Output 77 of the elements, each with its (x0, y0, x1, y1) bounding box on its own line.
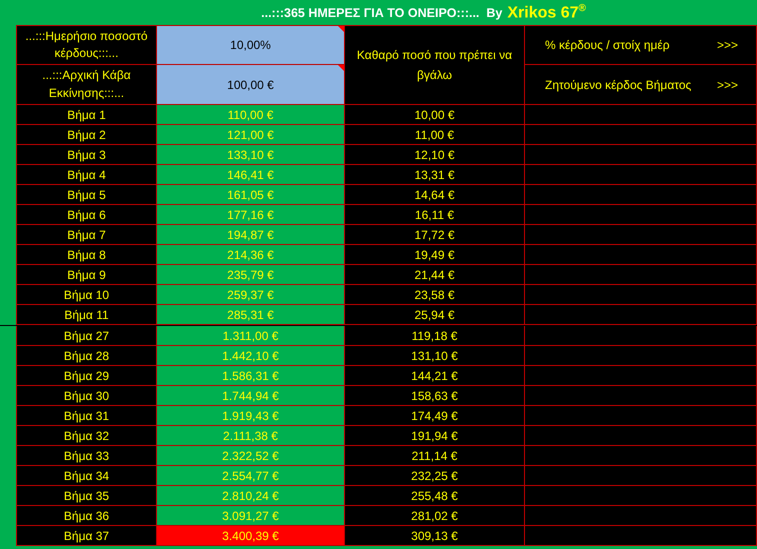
step-cell: Βήμα 3 (17, 145, 157, 165)
step-cell: Βήμα 30 (17, 386, 157, 406)
balance-cell: 2.810,24 € (157, 486, 345, 506)
balance-cell: 1.311,00 € (157, 326, 345, 346)
net-cell: 174,49 € (345, 406, 525, 426)
balance-cell: 3.400,39 € (157, 526, 345, 546)
net-cell: 309,13 € (345, 526, 525, 546)
net-cell: 14,64 € (345, 185, 525, 205)
balance-cell: 2.322,52 € (157, 446, 345, 466)
balance-cell: 110,00 € (157, 105, 345, 125)
step-cell: Βήμα 32 (17, 426, 157, 446)
step-cell: Βήμα 36 (17, 506, 157, 526)
step-cell: Βήμα 27 (17, 326, 157, 346)
balance-cell: 2.111,38 € (157, 426, 345, 446)
step-cell: Βήμα 4 (17, 165, 157, 185)
net-cell: 21,44 € (345, 265, 525, 285)
balance-cell: 214,36 € (157, 245, 345, 265)
balance-cell: 133,10 € (157, 145, 345, 165)
balance-cell: 121,00 € (157, 125, 345, 145)
label-cell: ...:::Αρχική Κάβα Εκκίνησης:::... (17, 65, 157, 105)
input-cell[interactable]: 10,00% (157, 26, 345, 65)
net-cell: 158,63 € (345, 386, 525, 406)
step-cell: Βήμα 9 (17, 265, 157, 285)
net-cell: 10,00 € (345, 105, 525, 125)
step-cell: Βήμα 29 (17, 366, 157, 386)
step-cell: Βήμα 5 (17, 185, 157, 205)
balance-cell: 1.744,94 € (157, 386, 345, 406)
step-cell: Βήμα 10 (17, 285, 157, 305)
step-cell: Βήμα 28 (17, 346, 157, 366)
step-cell: Βήμα 1 (17, 105, 157, 125)
label-cell: ...:::Ημερήσιο ποσοστό κέρδους:::... (17, 26, 157, 65)
balance-cell: 235,79 € (157, 265, 345, 285)
net-cell: 119,18 € (345, 326, 525, 346)
input-cell[interactable]: 100,00 € (157, 65, 345, 105)
balance-cell: 285,31 € (157, 305, 345, 325)
step-cell: Βήμα 34 (17, 466, 157, 486)
arrow-text: >>> (716, 38, 738, 52)
step-cell: Βήμα 33 (17, 446, 157, 466)
net-cell: 11,00 € (345, 125, 525, 145)
link-label: Ζητούμενο κέρδος Βήματος (545, 78, 692, 92)
net-cell: 12,10 € (345, 145, 525, 165)
balance-cell: 1.442,10 € (157, 346, 345, 366)
net-cell: 13,31 € (345, 165, 525, 185)
balance-cell: 161,05 € (157, 185, 345, 205)
net-cell: 25,94 € (345, 305, 525, 325)
net-cell: 19,49 € (345, 245, 525, 265)
author-name: Xrikos 67$^{®}$ (507, 2, 586, 22)
net-cell: 144,21 € (345, 366, 525, 386)
balance-cell: 146,41 € (157, 165, 345, 185)
step-cell: Βήμα 6 (17, 205, 157, 225)
balance-cell: 1.919,43 € (157, 406, 345, 426)
net-cell: 211,14 € (345, 446, 525, 466)
link-label: % κέρδους / στοίχ ημέρ (545, 38, 670, 52)
balance-cell: 3.091,27 € (157, 506, 345, 526)
net-cell: 281,02 € (345, 506, 525, 526)
step-cell: Βήμα 8 (17, 245, 157, 265)
net-cell: 191,94 € (345, 426, 525, 446)
balance-cell: 194,87 € (157, 225, 345, 245)
step-cell: Βήμα 35 (17, 486, 157, 506)
net-cell: 23,58 € (345, 285, 525, 305)
balance-cell: 2.554,77 € (157, 466, 345, 486)
balance-cell: 259,37 € (157, 285, 345, 305)
step-cell: Βήμα 37 (17, 526, 157, 546)
header-cell: Καθαρό ποσό που πρέπει να βγάλω (345, 26, 525, 105)
net-cell: 131,10 € (345, 346, 525, 366)
step-cell: Βήμα 7 (17, 225, 157, 245)
step-cell: Βήμα 2 (17, 125, 157, 145)
net-cell: 16,11 € (345, 205, 525, 225)
step-cell: Βήμα 11 (17, 305, 157, 325)
balance-cell: 177,16 € (157, 205, 345, 225)
sheet-title: ...:::365 ΗΜΕΡΕΣ ΓΙΑ ΤΟ ΟΝΕΙΡΟ:::... By (261, 6, 502, 20)
arrow-text: >>> (716, 78, 738, 92)
balance-cell: 1.586,31 € (157, 366, 345, 386)
net-cell: 255,48 € (345, 486, 525, 506)
net-cell: 232,25 € (345, 466, 525, 486)
step-cell: Βήμα 31 (17, 406, 157, 426)
net-cell: 17,72 € (345, 225, 525, 245)
